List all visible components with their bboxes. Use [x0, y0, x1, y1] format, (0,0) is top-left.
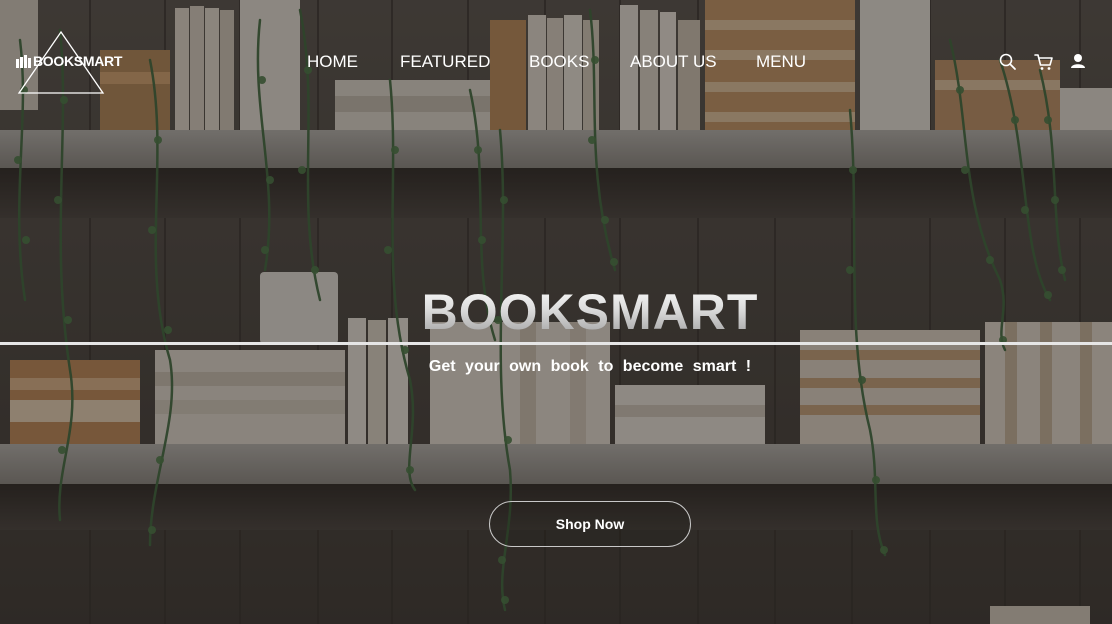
logo-books-icon	[16, 55, 31, 68]
hero-title: BOOKSMART	[0, 283, 1112, 341]
nav-item-featured[interactable]: FEATURED	[400, 52, 490, 72]
user-icon[interactable]	[1068, 52, 1088, 72]
search-icon[interactable]	[998, 52, 1018, 72]
hero-subtitle: Get your own book to become smart !	[428, 358, 752, 375]
logo-text: BOOKSMART	[33, 53, 123, 69]
nav-item-home[interactable]: HOME	[307, 52, 358, 72]
nav-item-about-us[interactable]: ABOUT US	[630, 52, 717, 72]
shop-now-button[interactable]: Shop Now	[489, 501, 691, 547]
hero-section: BOOKSMART HOME FEATURED BOOKS ABOUT US M…	[0, 0, 1112, 624]
nav-item-books[interactable]: BOOKS	[529, 52, 589, 72]
nav-item-menu[interactable]: MENU	[756, 52, 806, 72]
cart-icon[interactable]	[1034, 52, 1054, 72]
hero-divider	[0, 342, 1112, 345]
brand-logo[interactable]: BOOKSMART	[16, 30, 126, 96]
